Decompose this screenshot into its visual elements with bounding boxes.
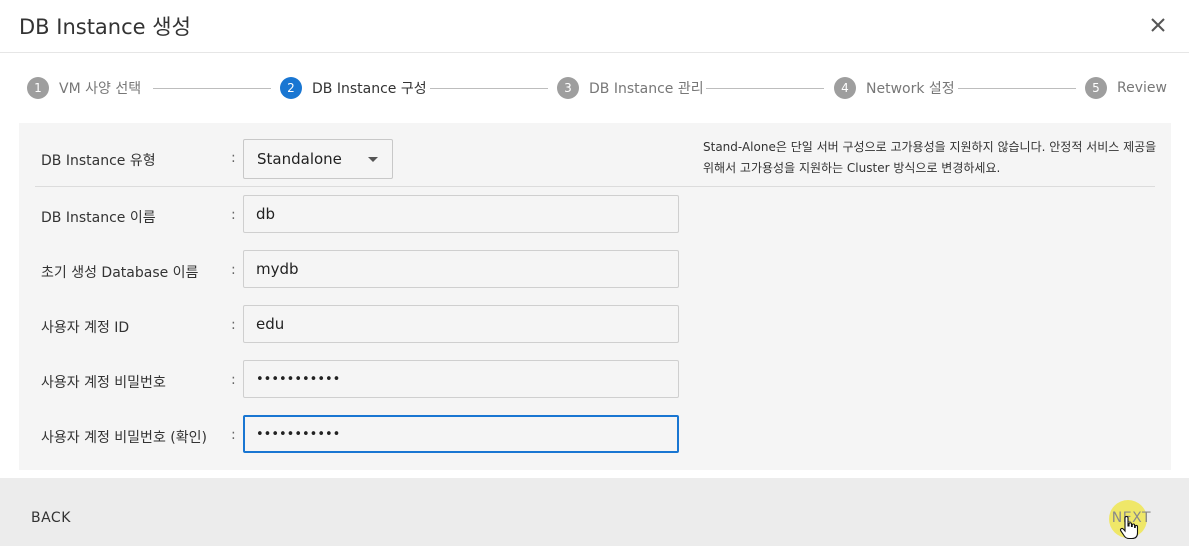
form-panel: DB Instance 유형 : Standalone Stand-Alone은…	[19, 123, 1171, 470]
step-network[interactable]: 4 Network 설정	[834, 76, 955, 100]
colon: :	[231, 150, 236, 166]
step-connector	[958, 88, 1076, 89]
colon: :	[231, 372, 236, 388]
colon: :	[231, 317, 236, 333]
back-button[interactable]: BACK	[21, 506, 81, 530]
step-db-instance-config[interactable]: 2 DB Instance 구성	[280, 76, 427, 100]
step-connector	[430, 88, 548, 89]
instance-type-select[interactable]: Standalone	[243, 139, 393, 179]
step-number: 2	[280, 77, 302, 99]
db-instance-create-dialog: DB Instance 생성 1 VM 사양 선택 2 DB Instance …	[0, 0, 1189, 546]
user-id-label: 사용자 계정 ID	[41, 320, 130, 336]
step-number: 4	[834, 77, 856, 99]
step-label: Network 설정	[866, 81, 955, 97]
password-input[interactable]	[243, 360, 679, 398]
instance-name-input[interactable]	[243, 195, 679, 233]
row-initial-database: 초기 생성 Database 이름 :	[19, 250, 689, 305]
wizard-stepper: 1 VM 사양 선택 2 DB Instance 구성 3 DB Instanc…	[0, 66, 1189, 110]
step-label: DB Instance 구성	[312, 81, 427, 97]
step-label: Review	[1117, 80, 1167, 96]
row-user-id: 사용자 계정 ID :	[19, 305, 689, 360]
initial-database-label: 초기 생성 Database 이름	[41, 265, 199, 281]
user-id-input[interactable]	[243, 305, 679, 343]
dropdown-caret-icon	[368, 157, 378, 162]
instance-type-value: Standalone	[257, 150, 342, 168]
colon: :	[231, 262, 236, 278]
standalone-info-text: Stand-Alone은 단일 서버 구성으로 고가용성을 지원하지 않습니다.…	[703, 140, 1157, 175]
colon: :	[231, 427, 236, 443]
hand-pointer-icon	[1119, 515, 1139, 540]
row-password-confirm: 사용자 계정 비밀번호 (확인) :	[19, 415, 689, 470]
divider	[35, 186, 1155, 187]
initial-database-input[interactable]	[243, 250, 679, 288]
step-review[interactable]: 5 Review	[1085, 76, 1167, 100]
step-db-instance-manage[interactable]: 3 DB Instance 관리	[557, 76, 704, 100]
step-number: 1	[27, 77, 49, 99]
instance-name-label: DB Instance 이름	[41, 210, 156, 226]
dialog-footer: BACK NEXT	[0, 478, 1189, 546]
close-icon[interactable]	[1145, 12, 1171, 38]
step-connector	[706, 88, 824, 89]
row-password: 사용자 계정 비밀번호 :	[19, 360, 689, 415]
step-label: DB Instance 관리	[589, 81, 704, 97]
row-instance-name: DB Instance 이름 :	[19, 195, 689, 250]
instance-type-label: DB Instance 유형	[41, 153, 156, 169]
colon: :	[231, 207, 236, 223]
step-label: VM 사양 선택	[59, 81, 142, 97]
dialog-header: DB Instance 생성	[0, 0, 1189, 53]
step-connector	[153, 88, 271, 89]
password-confirm-input[interactable]	[243, 415, 679, 453]
password-confirm-label: 사용자 계정 비밀번호 (확인)	[41, 430, 207, 446]
step-vm-spec[interactable]: 1 VM 사양 선택	[27, 76, 141, 100]
step-number: 5	[1085, 77, 1107, 99]
step-number: 3	[557, 77, 579, 99]
row-instance-type: DB Instance 유형 : Standalone	[19, 123, 689, 179]
dialog-title: DB Instance 생성	[19, 15, 191, 39]
password-label: 사용자 계정 비밀번호	[41, 375, 166, 391]
